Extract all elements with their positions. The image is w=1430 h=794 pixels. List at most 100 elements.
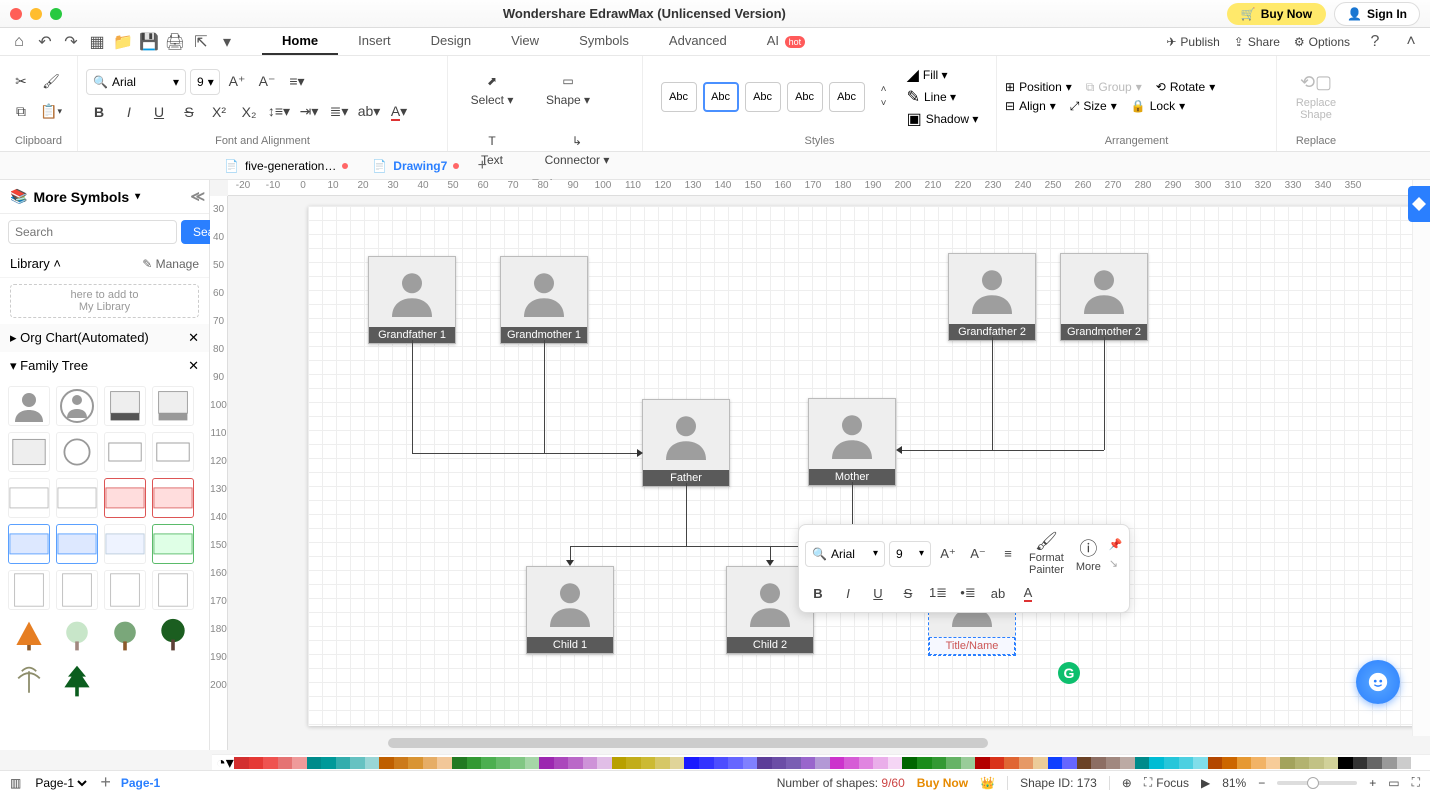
card-grandmother-1[interactable]: Grandmother 1 <box>500 256 588 344</box>
shape-thumb[interactable] <box>56 386 98 426</box>
share-button[interactable]: ⇪Share <box>1234 35 1280 49</box>
decrease-font-button[interactable]: A⁻ <box>254 69 280 95</box>
colour-swatch[interactable] <box>1048 757 1063 769</box>
drawing-page[interactable]: Grandfather 1 Grandmother 1 Grandfather … <box>308 206 1412 726</box>
collapse-panel-icon[interactable]: ≪ <box>190 188 205 205</box>
fit-page-icon[interactable]: ▭ <box>1388 776 1399 790</box>
shape-thumb[interactable] <box>152 524 194 564</box>
connector[interactable] <box>992 337 993 450</box>
card-grandfather-1[interactable]: Grandfather 1 <box>368 256 456 344</box>
tab-symbols[interactable]: Symbols <box>559 28 649 55</box>
colour-swatch[interactable] <box>1367 757 1382 769</box>
font-family-select[interactable]: 🔍 Arial ▾ <box>86 69 186 95</box>
colour-swatch[interactable] <box>1019 757 1034 769</box>
tab-insert[interactable]: Insert <box>338 28 411 55</box>
colour-swatch[interactable] <box>350 757 365 769</box>
zoom-out-button[interactable]: − <box>1258 776 1265 790</box>
float-font-color[interactable]: A <box>1015 580 1041 606</box>
style-preset-4[interactable]: Abc <box>787 82 823 112</box>
superscript-button[interactable]: X² <box>206 99 232 125</box>
tree-shape-thumb[interactable] <box>152 616 194 656</box>
subscript-button[interactable]: X₂ <box>236 99 262 125</box>
colour-swatch[interactable] <box>481 757 496 769</box>
colour-swatch[interactable] <box>873 757 888 769</box>
colour-swatch[interactable] <box>234 757 249 769</box>
shape-thumb[interactable] <box>104 570 146 610</box>
doc-tab-2[interactable]: 📄 Drawing7 <box>360 155 471 177</box>
colour-swatch[interactable] <box>932 757 947 769</box>
colour-swatch[interactable] <box>249 757 264 769</box>
collapse-ribbon-icon[interactable]: ˄ <box>1400 31 1422 53</box>
shape-thumb[interactable] <box>8 386 50 426</box>
publish-button[interactable]: ✈Publish <box>1166 35 1219 49</box>
colour-swatch[interactable] <box>1324 757 1339 769</box>
cut-button[interactable]: ✂ <box>8 69 34 95</box>
colour-swatch[interactable] <box>1222 757 1237 769</box>
tree-shape-thumb[interactable] <box>8 616 50 656</box>
card-father[interactable]: Father <box>642 399 730 487</box>
shape-tool-button[interactable]: ▭ Shape ▾ <box>532 60 604 116</box>
grammar-badge-icon[interactable]: G <box>1058 662 1080 684</box>
print-icon[interactable]: 🖨 <box>164 31 186 53</box>
shape-thumb[interactable] <box>8 478 50 518</box>
line-spacing-button[interactable]: ↕≡▾ <box>266 99 292 125</box>
sign-in-button[interactable]: 👤 Sign In <box>1334 2 1420 26</box>
size-button[interactable]: ⤢Size▾ <box>1070 99 1117 114</box>
zoom-in-button[interactable]: + <box>1369 776 1376 790</box>
colour-swatch[interactable] <box>830 757 845 769</box>
style-preset-2[interactable]: Abc <box>703 82 739 112</box>
colour-swatch[interactable] <box>917 757 932 769</box>
colour-swatch[interactable] <box>423 757 438 769</box>
shadow-button[interactable]: Shadow ▾ <box>926 112 979 126</box>
style-preset-3[interactable]: Abc <box>745 82 781 112</box>
colour-swatch[interactable] <box>278 757 293 769</box>
indent-button[interactable]: ⇥▾ <box>296 99 322 125</box>
float-bold[interactable]: B <box>805 580 831 606</box>
colour-swatch[interactable] <box>641 757 656 769</box>
colour-swatch[interactable] <box>612 757 627 769</box>
colour-swatch[interactable] <box>510 757 525 769</box>
replace-shape-button[interactable]: Replace Shape <box>1296 97 1336 121</box>
colour-swatch[interactable] <box>1164 757 1179 769</box>
group-button[interactable]: ⧉Group▾ <box>1086 80 1142 95</box>
colour-swatch[interactable] <box>1280 757 1295 769</box>
focus-button[interactable]: ⛶Focus <box>1144 775 1189 790</box>
redo-icon[interactable]: ↷ <box>60 31 82 53</box>
float-pin-icon[interactable]: 📌 <box>1109 538 1123 551</box>
text-case-button[interactable]: ab▾ <box>356 99 382 125</box>
bullet-list-button[interactable]: ≣▾ <box>326 99 352 125</box>
style-preset-5[interactable]: Abc <box>829 82 865 112</box>
shape-thumb[interactable] <box>8 570 50 610</box>
my-library-dropzone[interactable]: here to add to My Library <box>10 284 199 318</box>
colour-swatch[interactable] <box>888 757 903 769</box>
colour-swatch[interactable] <box>670 757 685 769</box>
add-tab-button[interactable]: + <box>471 155 493 177</box>
shape-thumb[interactable] <box>56 478 98 518</box>
float-font-size[interactable]: 9 ▾ <box>889 541 931 567</box>
bucket-icon[interactable]: ◔▾ <box>216 756 234 770</box>
colour-swatch[interactable] <box>496 757 511 769</box>
colour-swatch[interactable] <box>292 757 307 769</box>
maximize-window-icon[interactable] <box>50 8 62 20</box>
colour-swatch[interactable] <box>684 757 699 769</box>
style-scroll-down[interactable]: ˅ <box>871 97 897 111</box>
shape-thumb[interactable] <box>104 524 146 564</box>
tab-ai[interactable]: AI hot <box>747 28 825 55</box>
colour-swatch[interactable] <box>1120 757 1135 769</box>
colour-swatch[interactable] <box>1237 757 1252 769</box>
float-text-case[interactable]: ab <box>985 580 1011 606</box>
shape-thumb[interactable] <box>8 432 50 472</box>
colour-swatch[interactable] <box>321 757 336 769</box>
colour-swatch[interactable] <box>1208 757 1223 769</box>
float-increase-font[interactable]: A⁺ <box>935 541 961 567</box>
colour-swatch[interactable] <box>844 757 859 769</box>
colour-swatch[interactable] <box>525 757 540 769</box>
colour-swatch[interactable] <box>263 757 278 769</box>
line-button[interactable]: Line ▾ <box>924 90 956 104</box>
zoom-slider-thumb[interactable] <box>1307 777 1319 789</box>
doc-tab-1[interactable]: 📄 five-generation… <box>212 155 360 177</box>
export-icon[interactable]: ⇱ <box>190 31 212 53</box>
zoom-slider[interactable] <box>1277 781 1357 785</box>
colour-swatch[interactable] <box>336 757 351 769</box>
colour-swatch[interactable] <box>655 757 670 769</box>
